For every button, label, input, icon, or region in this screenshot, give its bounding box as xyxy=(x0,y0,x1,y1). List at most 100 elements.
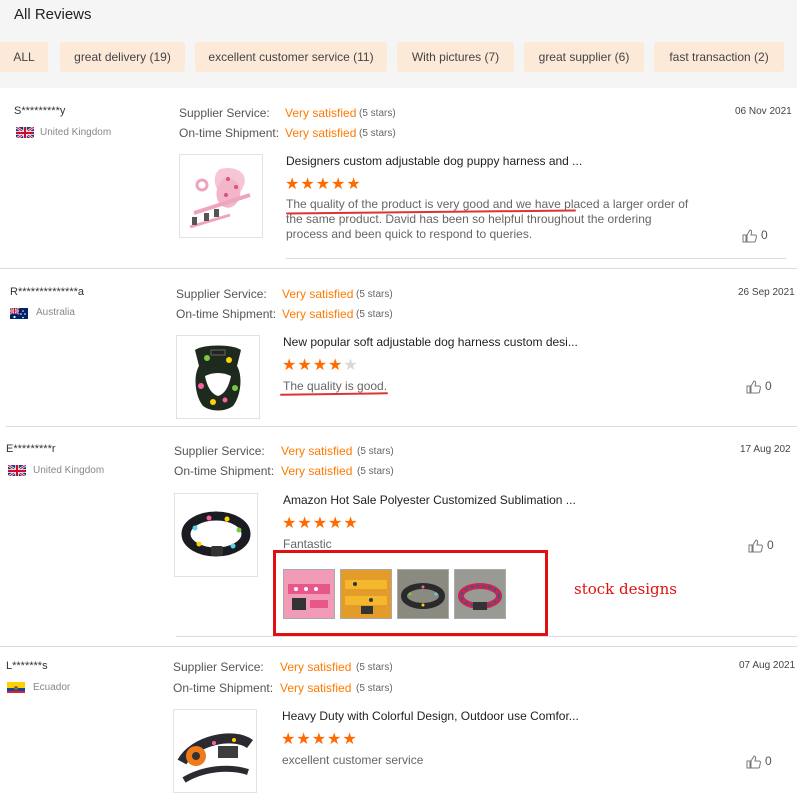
supplier-service-label: Supplier Service: xyxy=(179,106,270,120)
like-count: 0 xyxy=(765,754,772,768)
star-icon: ★ xyxy=(346,176,362,193)
review-text: The quality is good. xyxy=(283,379,388,393)
like-button[interactable]: 0 xyxy=(746,379,772,394)
thumbs-up-icon xyxy=(748,539,763,553)
review-text: excellent customer service xyxy=(282,753,424,767)
star-icon: ★ xyxy=(297,515,313,532)
australia-flag-icon xyxy=(10,307,28,319)
supplier-service-stars: (5 stars) xyxy=(356,662,393,673)
star-icon: ★ xyxy=(285,176,301,193)
star-icon: ★ xyxy=(331,176,347,193)
star-icon: ★ xyxy=(315,176,332,193)
page-title: All Reviews xyxy=(14,6,92,23)
like-count: 0 xyxy=(761,228,768,242)
star-icon: ★ xyxy=(297,357,313,374)
shipment-value: Very satisfied xyxy=(282,307,354,321)
shipment-stars: (5 stars) xyxy=(359,128,396,139)
star-icon: ★ xyxy=(296,731,312,748)
reviewer-country: United Kingdom xyxy=(40,127,112,138)
tag-all[interactable]: ALL xyxy=(0,42,48,72)
supplier-service-stars: (5 stars) xyxy=(356,289,393,300)
product-thumbnail[interactable] xyxy=(174,493,258,577)
shipment-stars: (5 stars) xyxy=(356,309,393,320)
star-icon: ★ xyxy=(312,357,329,374)
supplier-service-stars: (5 stars) xyxy=(359,108,396,119)
shipment-label: On-time Shipment: xyxy=(173,681,274,695)
product-name[interactable]: Amazon Hot Sale Polyester Customized Sub… xyxy=(283,493,576,507)
star-icon: ★ xyxy=(281,731,297,748)
uk-flag-icon xyxy=(8,464,26,476)
thumbs-up-icon xyxy=(746,755,761,769)
shipment-value: Very satisfied xyxy=(285,126,357,140)
star-icon: ★ xyxy=(282,357,298,374)
reviewer-name: E*********r xyxy=(6,443,56,455)
ecuador-flag-icon xyxy=(7,681,25,693)
tag-fast-transaction[interactable]: fast transaction (2) xyxy=(654,42,784,72)
markup-underline xyxy=(279,392,389,396)
star-empty-icon: ★ xyxy=(343,357,359,374)
supplier-service-value: Very satisfied xyxy=(281,444,353,458)
supplier-service-value: Very satisfied xyxy=(280,660,352,674)
reviewer-country: Ecuador xyxy=(33,682,71,693)
product-thumbnail[interactable] xyxy=(179,154,263,238)
product-name[interactable]: Designers custom adjustable dog puppy ha… xyxy=(286,154,582,168)
like-count: 0 xyxy=(767,538,774,552)
star-icon: ★ xyxy=(343,515,359,532)
star-icon: ★ xyxy=(312,515,329,532)
supplier-service-label: Supplier Service: xyxy=(176,287,267,301)
star-icon: ★ xyxy=(311,731,328,748)
tag-great-supplier[interactable]: great supplier (6) xyxy=(524,42,644,72)
review-divider xyxy=(0,646,797,647)
tag-great-delivery[interactable]: great delivery (19) xyxy=(60,42,185,72)
supplier-service-stars: (5 stars) xyxy=(357,446,394,457)
star-icon: ★ xyxy=(300,176,316,193)
tag-with-pictures[interactable]: With pictures (7) xyxy=(397,42,514,72)
shipment-value: Very satisfied xyxy=(280,681,352,695)
like-count: 0 xyxy=(765,379,772,393)
rating-stars-5: ★★★★★ xyxy=(285,174,362,194)
shipment-stars: (5 stars) xyxy=(356,683,393,694)
thumbs-up-icon xyxy=(746,380,761,394)
supplier-service-label: Supplier Service: xyxy=(173,660,264,674)
product-name[interactable]: New popular soft adjustable dog harness … xyxy=(283,335,578,349)
reviewer-name: R**************a xyxy=(10,286,84,298)
review-divider xyxy=(6,426,797,427)
uk-flag-icon xyxy=(16,126,34,138)
reviewer-country: Australia xyxy=(36,307,75,318)
like-button[interactable]: 0 xyxy=(742,228,768,243)
like-button[interactable]: 0 xyxy=(748,538,774,553)
tag-excellent-customer-service[interactable]: excellent customer service (11) xyxy=(195,42,387,72)
markup-highlight-box xyxy=(273,550,548,636)
shipment-label: On-time Shipment: xyxy=(176,307,277,321)
shipment-label: On-time Shipment: xyxy=(174,464,275,478)
rating-stars-5: ★★★★★ xyxy=(281,729,358,749)
star-icon: ★ xyxy=(328,357,344,374)
supplier-service-value: Very satisfied xyxy=(285,106,357,120)
star-icon: ★ xyxy=(282,515,298,532)
reviewer-name: S*********y xyxy=(14,105,66,117)
divider xyxy=(176,636,797,637)
review-date: 07 Aug 2021 xyxy=(739,660,796,671)
rating-stars-4: ★★★★★ xyxy=(282,355,359,375)
shipment-stars: (5 stars) xyxy=(357,466,394,477)
thumbs-up-icon xyxy=(742,229,757,243)
star-icon: ★ xyxy=(342,731,358,748)
star-icon: ★ xyxy=(328,515,344,532)
review-divider xyxy=(0,268,797,269)
annotation-text: stock designs xyxy=(574,580,677,598)
shipment-value: Very satisfied xyxy=(281,464,353,478)
review-text: The quality of the product is very good … xyxy=(286,197,689,241)
product-name[interactable]: Heavy Duty with Colorful Design, Outdoor… xyxy=(282,709,579,723)
rating-stars-5: ★★★★★ xyxy=(282,513,359,533)
product-thumbnail[interactable] xyxy=(173,709,257,793)
shipment-label: On-time Shipment: xyxy=(179,126,280,140)
reviews-header: All Reviews ALL great delivery (19) exce… xyxy=(0,0,797,88)
like-button[interactable]: 0 xyxy=(746,754,772,769)
reviewer-name: L*******s xyxy=(6,660,48,672)
review-date: 26 Sep 2021 xyxy=(738,287,795,298)
supplier-service-label: Supplier Service: xyxy=(174,444,265,458)
review-date: 17 Aug 202 xyxy=(740,444,791,455)
reviewer-country: United Kingdom xyxy=(33,465,105,476)
star-icon: ★ xyxy=(327,731,343,748)
product-thumbnail[interactable] xyxy=(176,335,260,419)
